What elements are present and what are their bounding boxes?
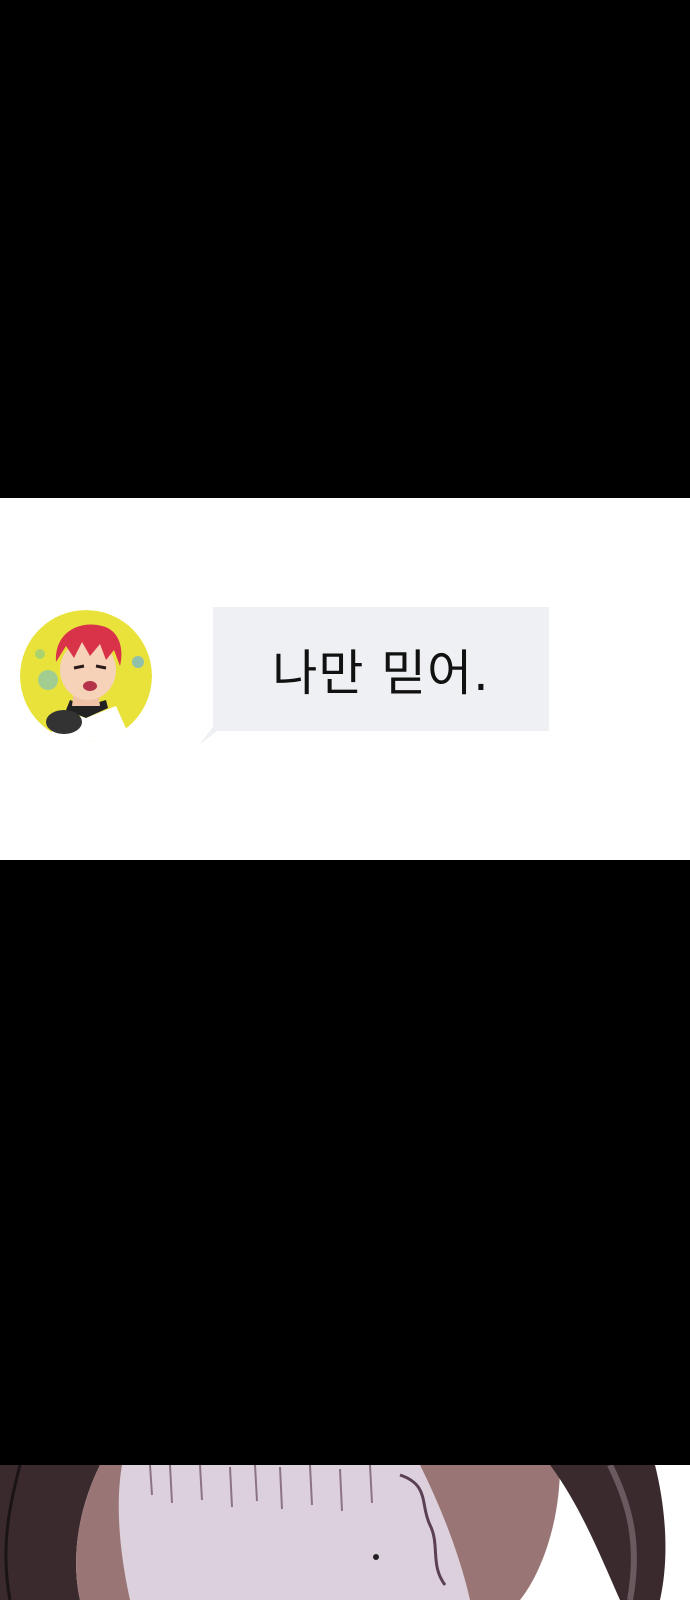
comic-panel-art xyxy=(0,1465,690,1600)
top-black-panel xyxy=(0,0,690,498)
middle-black-panel xyxy=(0,860,690,1465)
message-bubble: 나만 믿어. xyxy=(199,607,549,745)
message-text: 나만 믿어. xyxy=(272,644,490,702)
character-avatar-icon xyxy=(20,610,152,742)
chat-panel: 나만 믿어. xyxy=(0,498,690,860)
bubble-tail xyxy=(199,727,217,745)
